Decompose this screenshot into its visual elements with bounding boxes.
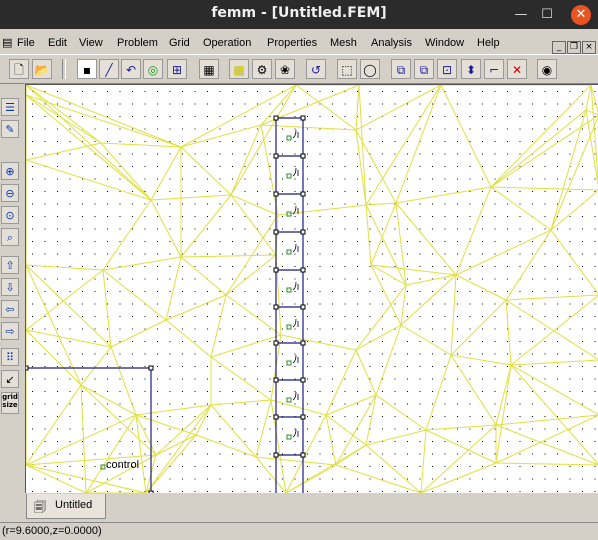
node-point[interactable] (273, 304, 279, 310)
document-tab-label: Untitled (55, 499, 93, 511)
node-point[interactable] (273, 377, 279, 383)
node-point[interactable] (273, 153, 279, 159)
menu-properties[interactable]: Properties (267, 37, 317, 49)
mdi-controls: _ ❐ × (551, 34, 596, 54)
node-point[interactable] (26, 365, 29, 371)
control-block-label: control (106, 459, 139, 471)
node-point[interactable] (273, 414, 279, 420)
node-point[interactable] (300, 191, 306, 197)
maximize-button[interactable]: ☐ (537, 5, 557, 25)
node-point[interactable] (148, 490, 154, 493)
menu-bar: ▤ File Edit View Problem Grid Operation … (0, 33, 598, 53)
document-icon: 🗐 (34, 500, 46, 514)
document-tab[interactable]: 🗐 Untitled (26, 494, 106, 519)
node-point[interactable] (273, 267, 279, 273)
snap-grid-icon[interactable]: ↙ (1, 370, 19, 388)
menu-operation[interactable]: Operation (203, 37, 251, 49)
node-point[interactable] (273, 452, 279, 458)
arc-icon[interactable]: ↶ (121, 59, 141, 79)
title-bar: femm - [Untitled.FEM] — ☐ ✕ (0, 0, 598, 29)
node-point[interactable] (273, 191, 279, 197)
edit-list-icon[interactable]: ✎ (1, 120, 19, 138)
show-list-icon[interactable]: ☰ (1, 98, 19, 116)
pan-right-icon[interactable]: ⇨ (1, 322, 19, 340)
pan-left-icon[interactable]: ⇦ (1, 300, 19, 318)
circle-select-icon[interactable]: ◯ (360, 59, 380, 79)
view-toolbar: ☰ ✎ ⊕ ⊖ ⊙ ⌕ ⇧ ⇩ ⇦ ⇨ ⠿ ↙ grid size (0, 84, 22, 494)
node-point[interactable] (148, 365, 154, 371)
menu-edit[interactable]: Edit (48, 37, 67, 49)
move-icon[interactable]: ⧉ (414, 59, 434, 79)
menu-help[interactable]: Help (477, 37, 500, 49)
doc-menu-icon[interactable]: ▤ (2, 36, 12, 49)
mdi-minimize-button[interactable]: _ (552, 41, 566, 54)
mirror-icon[interactable]: ⬍ (461, 59, 481, 79)
node-point[interactable] (300, 414, 306, 420)
gear-icon[interactable]: ⚙ (252, 59, 272, 79)
segment-icon[interactable]: ╱ (99, 59, 119, 79)
node-point[interactable] (273, 229, 279, 235)
model-view[interactable]: control (26, 85, 598, 493)
window-title: femm - [Untitled.FEM] (211, 5, 387, 21)
node-point[interactable] (300, 153, 306, 159)
menu-view[interactable]: View (79, 37, 103, 49)
node-point[interactable] (300, 304, 306, 310)
new-icon[interactable]: 🗋 (9, 59, 29, 79)
props-icon[interactable]: ▦ (199, 59, 219, 79)
toolbar-separator (62, 59, 66, 79)
node-point[interactable] (300, 267, 306, 273)
delete-icon[interactable]: ✕ (507, 59, 527, 79)
undo-icon[interactable]: ↺ (306, 59, 326, 79)
node-point[interactable] (273, 340, 279, 346)
document-tab-bar: 🗐 Untitled (0, 494, 598, 522)
scale-icon[interactable]: ⊡ (437, 59, 457, 79)
block-label-icon[interactable]: ◎ (143, 59, 163, 79)
menu-mesh[interactable]: Mesh (330, 37, 357, 49)
select-icon[interactable]: ▩ (229, 59, 249, 79)
zoom-out-icon[interactable]: ⊖ (1, 184, 19, 202)
open-icon[interactable]: 📂 (32, 59, 52, 79)
menu-analysis[interactable]: Analysis (371, 37, 412, 49)
zoom-fit-icon[interactable]: ⊙ (1, 206, 19, 224)
show-grid-icon[interactable]: ⠿ (1, 348, 19, 366)
zoom-in-icon[interactable]: ⊕ (1, 162, 19, 180)
minimize-button[interactable]: — (511, 5, 531, 25)
group-icon[interactable]: ⊞ (167, 59, 187, 79)
node-point[interactable] (300, 340, 306, 346)
node-point[interactable] (300, 115, 306, 121)
point-icon[interactable]: ▪ (77, 59, 97, 79)
main-toolbar: 🗋 📂 ▪ ╱ ↶ ◎ ⊞ ▦ ▩ ⚙ ❀ ↺ ⬚ ◯ ⧉ ⧉ ⊡ ⬍ ⌐ ✕ … (0, 54, 598, 84)
mdi-restore-button[interactable]: ❐ (567, 41, 581, 54)
menu-grid[interactable]: Grid (169, 37, 190, 49)
fillet-icon[interactable]: ⌐ (484, 59, 504, 79)
node-point[interactable] (300, 377, 306, 383)
pan-up-icon[interactable]: ⇧ (1, 256, 19, 274)
menu-window[interactable]: Window (425, 37, 464, 49)
grid-size-button[interactable]: grid size (1, 392, 19, 414)
copy-icon[interactable]: ⧉ (391, 59, 411, 79)
menu-file[interactable]: File (17, 37, 35, 49)
rect-select-icon[interactable]: ⬚ (337, 59, 357, 79)
node-point[interactable] (300, 229, 306, 235)
mdi-close-button[interactable]: × (582, 41, 596, 54)
close-button[interactable]: ✕ (571, 5, 591, 25)
run-icon[interactable]: ◉ (537, 59, 557, 79)
pan-down-icon[interactable]: ⇩ (1, 278, 19, 296)
cursor-coordinates: (r=9.6000,z=0.0000) (2, 525, 102, 537)
node-point[interactable] (300, 452, 306, 458)
menu-problem[interactable]: Problem (117, 37, 158, 49)
status-bar: (r=9.6000,z=0.0000) (0, 522, 598, 540)
node-point[interactable] (273, 115, 279, 121)
zoom-window-icon[interactable]: ⌕ (1, 228, 19, 246)
drawing-canvas[interactable]: control (25, 84, 598, 493)
mesh-icon[interactable]: ❀ (275, 59, 295, 79)
